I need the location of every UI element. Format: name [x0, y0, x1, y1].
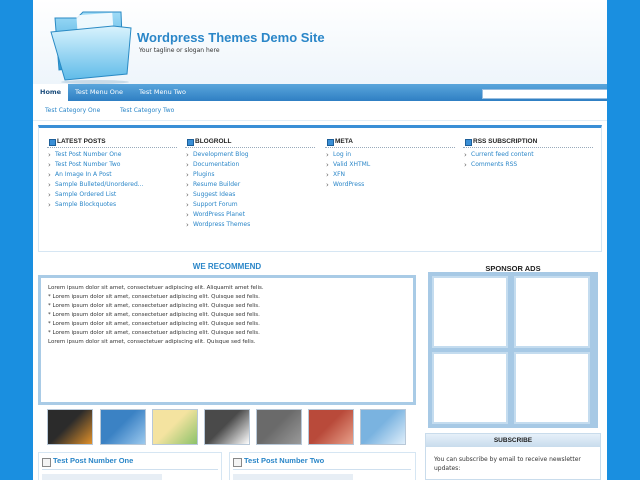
list-item[interactable]: Support Forum: [185, 200, 315, 210]
recommend-line: Lorem ipsum dolor sit amet, consectetuer…: [48, 285, 264, 291]
post-excerpt: [233, 474, 353, 480]
post-divider: [233, 469, 411, 470]
site-header: Wordpress Themes Demo Site Your tagline …: [33, 0, 607, 84]
theme-thumbnail[interactable]: [100, 409, 146, 445]
recommend-line: * Lorem ipsum dolor sit amet, consectetu…: [48, 330, 260, 336]
main-nav: Home Test Menu One Test Menu Two: [33, 84, 607, 101]
theme-thumbnails: [47, 409, 411, 445]
list-item[interactable]: Suggest Ideas: [185, 190, 315, 200]
ad-slot[interactable]: [432, 276, 508, 348]
sponsor-ads: [428, 272, 598, 428]
list-item[interactable]: Sample Ordered List: [47, 190, 177, 200]
recommend-line: * Lorem ipsum dolor sit amet, consectetu…: [48, 321, 260, 327]
list-item[interactable]: Sample Bulleted/Unordered...: [47, 180, 177, 190]
recommend-line: * Lorem ipsum dolor sit amet, consectetu…: [48, 312, 260, 318]
category-link-one[interactable]: Test Category One: [45, 107, 100, 114]
post-title-one[interactable]: Test Post Number One: [40, 456, 133, 470]
site-title[interactable]: Wordpress Themes Demo Site: [137, 30, 325, 45]
category-nav: Test Category One Test Category Two: [33, 101, 607, 121]
subscribe-box: SUBSCRIBE You can subscribe by email to …: [425, 433, 601, 480]
widget-blogroll: BLOGROLL Development Blog Documentation …: [185, 138, 315, 230]
widget-title: META: [325, 138, 455, 148]
nav-item-test-menu-one[interactable]: Test Menu One: [68, 84, 130, 101]
list-item[interactable]: An Image In A Post: [47, 170, 177, 180]
recommend-line: * Lorem ipsum dolor sit amet, consectetu…: [48, 294, 260, 300]
theme-thumbnail[interactable]: [204, 409, 250, 445]
folder-logo-icon[interactable]: [47, 4, 133, 84]
search-input[interactable]: [482, 89, 607, 99]
list-item[interactable]: WordPress: [325, 180, 455, 190]
list-item[interactable]: Plugins: [185, 170, 315, 180]
list-item[interactable]: Test Post Number Two: [47, 160, 177, 170]
list-item[interactable]: Development Blog: [185, 150, 315, 160]
list-item[interactable]: Current feed content: [463, 150, 593, 160]
list-item[interactable]: Wordpress Themes: [185, 220, 315, 230]
category-link-two[interactable]: Test Category Two: [120, 107, 174, 114]
list-item[interactable]: Resume Builder: [185, 180, 315, 190]
nav-item-test-menu-two[interactable]: Test Menu Two: [132, 84, 193, 101]
recommend-line: * Lorem ipsum dolor sit amet, consectetu…: [48, 303, 260, 309]
widget-title: LATEST POSTS: [47, 138, 177, 148]
theme-thumbnail[interactable]: [256, 409, 302, 445]
list-item[interactable]: XFN: [325, 170, 455, 180]
nav-item-home[interactable]: Home: [33, 84, 69, 101]
post-title-two[interactable]: Test Post Number Two: [231, 456, 324, 470]
recommend-line: Lorem ipsum dolor sit amet, consectetuer…: [48, 339, 256, 345]
post-excerpt: [42, 474, 162, 480]
recommend-title: WE RECOMMEND: [192, 262, 262, 271]
widget-title: BLOGROLL: [185, 138, 315, 148]
subscribe-text: You can subscribe by email to receive ne…: [434, 456, 581, 472]
post-divider: [42, 469, 218, 470]
list-item[interactable]: WordPress Planet: [185, 210, 315, 220]
widget-latest-posts: LATEST POSTS Test Post Number One Test P…: [47, 138, 177, 210]
list-item[interactable]: Test Post Number One: [47, 150, 177, 160]
list-item[interactable]: Log in: [325, 150, 455, 160]
widget-meta: META Log in Valid XHTML XFN WordPress: [325, 138, 455, 190]
list-item[interactable]: Documentation: [185, 160, 315, 170]
widget-rss: RSS SUBSCRIPTION Current feed content Co…: [463, 138, 593, 170]
ad-slot[interactable]: [432, 352, 508, 424]
site-tagline: Your tagline or slogan here: [139, 47, 220, 54]
widget-title: RSS SUBSCRIPTION: [463, 138, 593, 148]
ad-slot[interactable]: [514, 276, 590, 348]
list-item[interactable]: Sample Blockquotes: [47, 200, 177, 210]
theme-thumbnail[interactable]: [360, 409, 406, 445]
page: Wordpress Themes Demo Site Your tagline …: [33, 0, 607, 480]
ad-slot[interactable]: [514, 352, 590, 424]
footer-widgets: LATEST POSTS Test Post Number One Test P…: [38, 125, 602, 252]
list-item[interactable]: Comments RSS: [463, 160, 593, 170]
theme-thumbnail[interactable]: [47, 409, 93, 445]
theme-thumbnail[interactable]: [308, 409, 354, 445]
theme-thumbnail[interactable]: [152, 409, 198, 445]
subscribe-title: SUBSCRIBE: [426, 434, 600, 447]
list-item[interactable]: Valid XHTML: [325, 160, 455, 170]
recommend-box: Lorem ipsum dolor sit amet, consectetuer…: [38, 275, 416, 405]
